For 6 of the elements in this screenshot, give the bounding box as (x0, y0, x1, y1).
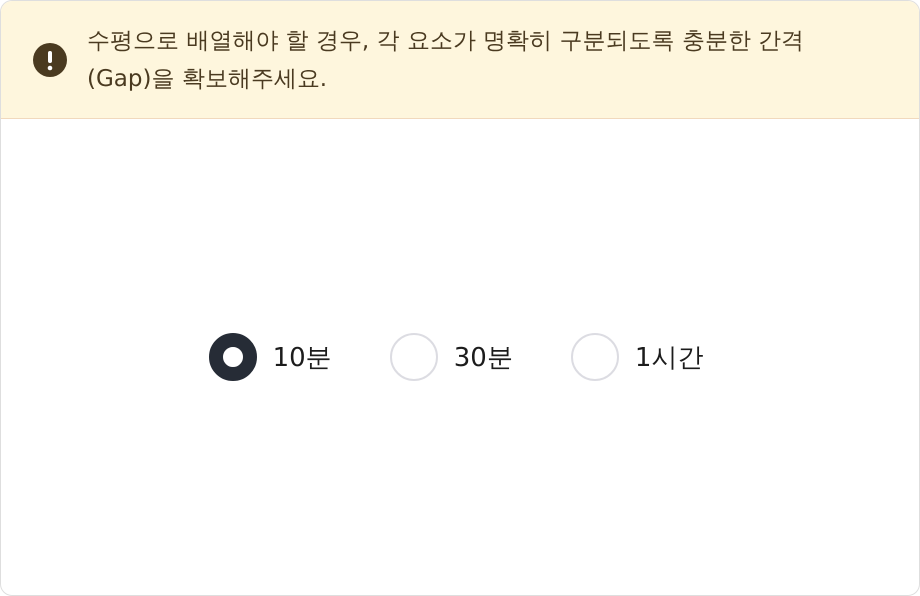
option-label[interactable]: 1시간 (634, 340, 704, 374)
notice-text: 수평으로 배열해야 할 경우, 각 요소가 명확히 구분되도록 충분한 간격 (Gap)을 확보해주세요. (87, 26, 806, 94)
option-label[interactable]: 10분 (272, 340, 332, 374)
radio-button[interactable] (208, 333, 257, 381)
alert-icon (33, 42, 67, 76)
option-label[interactable]: 30분 (454, 340, 513, 374)
